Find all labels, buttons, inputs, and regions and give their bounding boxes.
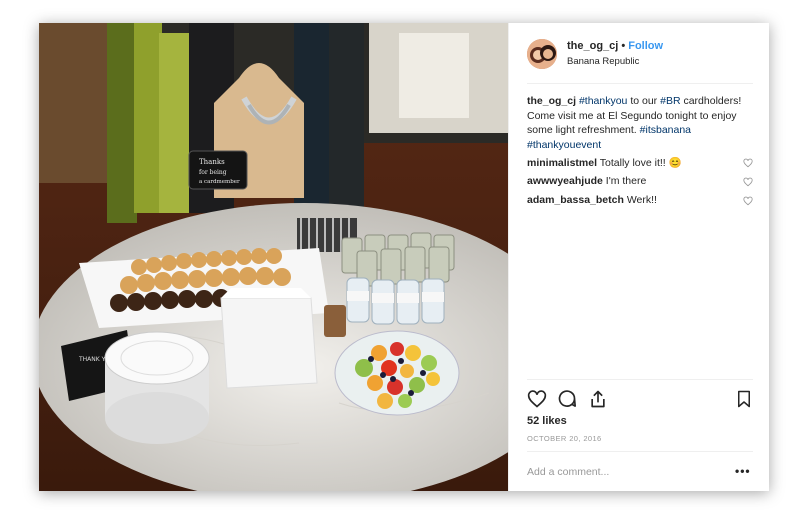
caption: the_og_cj #thankyou to our #BR cardholde… <box>527 94 753 152</box>
divider <box>527 379 753 380</box>
caption-text-1: to our <box>630 95 658 107</box>
comment-item: adam_bassa_betch Werk!! <box>527 194 753 206</box>
location-link[interactable]: Banana Republic <box>567 56 639 67</box>
comment-like-heart-icon[interactable] <box>743 158 753 168</box>
sign-text-3: a cardmember <box>199 179 240 185</box>
more-options-icon[interactable]: ••• <box>735 464 751 478</box>
bookmark-icon[interactable] <box>735 389 753 409</box>
comment-like-heart-icon[interactable] <box>743 196 753 206</box>
add-comment-input[interactable]: Add a comment... <box>527 466 609 478</box>
avatar[interactable] <box>527 39 557 69</box>
post-card: Thanks for being a cardmember THANK YOU … <box>39 23 769 491</box>
hashtag-itsbanana[interactable]: #itsbanana <box>640 124 691 136</box>
divider <box>527 451 753 452</box>
comment-text: Totally love it!! <box>599 157 666 169</box>
username-link[interactable]: the_og_cj <box>567 40 618 52</box>
hashtag-thankyou[interactable]: #thankyou <box>579 95 627 107</box>
comment-text: Werk!! <box>626 194 657 206</box>
emoji: 😊 <box>668 157 682 169</box>
share-icon[interactable] <box>588 389 608 409</box>
avatar-image <box>527 39 557 69</box>
post-photo[interactable]: Thanks for being a cardmember THANK YOU <box>39 23 508 491</box>
comment-text: I'm there <box>605 175 647 187</box>
separator-dot: • <box>621 40 626 52</box>
header-username-row: the_og_cj • Follow <box>567 40 663 52</box>
heart-icon[interactable] <box>527 389 547 409</box>
hashtag-thankyouevent[interactable]: #thankyouevent <box>527 139 601 151</box>
comment-item: minimalistmel Totally love it!! 😊 <box>527 156 753 169</box>
post-date: OCTOBER 20, 2016 <box>527 434 602 443</box>
follow-button[interactable]: Follow <box>628 40 663 52</box>
sign-text-2: for being <box>199 169 227 176</box>
caption-author[interactable]: the_og_cj <box>527 95 576 107</box>
store-table-image: Thanks for being a cardmember THANK YOU <box>39 23 508 491</box>
post-sidebar: the_og_cj • Follow Banana Republic the_og_… <box>508 23 770 491</box>
divider <box>527 83 753 84</box>
comment-like-heart-icon[interactable] <box>743 177 753 187</box>
hashtag-br[interactable]: #BR <box>660 95 680 107</box>
comment-icon[interactable] <box>557 389 577 409</box>
likes-count[interactable]: 52 likes <box>527 415 567 427</box>
post-header: the_og_cj • Follow Banana Republic <box>527 39 753 69</box>
comment-item: awwwyeahjude I'm there <box>527 175 753 187</box>
action-bar <box>527 389 753 409</box>
sign-text-1: Thanks <box>199 158 225 166</box>
comment-user[interactable]: adam_bassa_betch <box>527 194 624 206</box>
comment-user[interactable]: awwwyeahjude <box>527 175 603 187</box>
comment-user[interactable]: minimalistmel <box>527 157 597 169</box>
